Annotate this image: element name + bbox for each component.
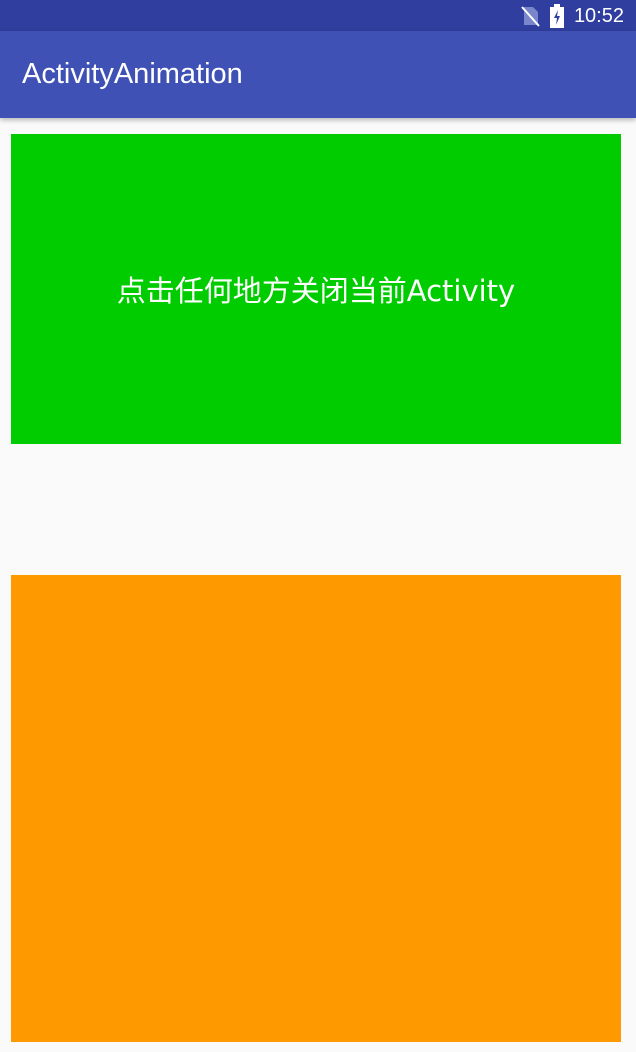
close-activity-label: 点击任何地方关闭当前Activity: [116, 274, 516, 308]
no-sim-icon: [520, 5, 540, 27]
status-bar: 10:52: [0, 0, 636, 31]
app-bar: ActivityAnimation: [0, 31, 636, 118]
close-activity-area[interactable]: 点击任何地方关闭当前Activity: [11, 134, 621, 444]
status-time: 10:52: [573, 4, 624, 27]
app-title: ActivityAnimation: [22, 58, 243, 90]
battery-charging-icon: [549, 3, 564, 28]
orange-block: [11, 575, 621, 1042]
status-icons: 10:52: [520, 0, 624, 31]
